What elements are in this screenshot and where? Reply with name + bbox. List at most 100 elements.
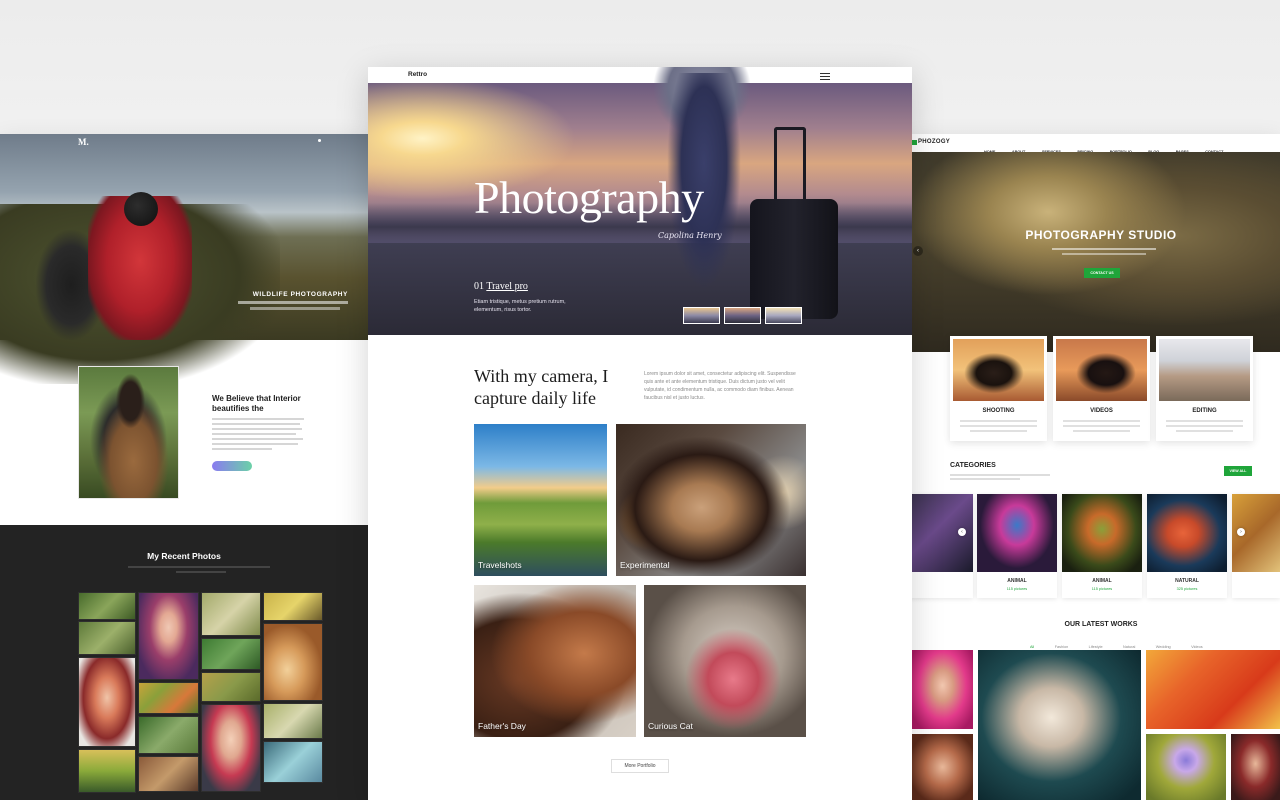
recent-photos-subtitle-line: [176, 571, 226, 573]
work-photo[interactable]: [1231, 734, 1280, 800]
service-text-line: [1176, 430, 1233, 432]
phozogy-hero: [912, 152, 1280, 352]
phozogy-navbar: PHOZOGY HOME ABOUT SERVICES PRICING PORT…: [912, 134, 1280, 157]
filter-all[interactable]: All: [1030, 645, 1034, 649]
carousel-next-icon[interactable]: ›: [1237, 528, 1245, 536]
category-count: 325 pictures: [1176, 587, 1198, 591]
gallery-photo[interactable]: [201, 672, 261, 702]
portfolio-tile-fathers-day[interactable]: Father's Day: [474, 585, 636, 737]
more-portfolio-button[interactable]: More Portfolio: [611, 759, 669, 773]
contact-us-button[interactable]: CONTACT US: [1084, 268, 1120, 278]
latest-works-heading: OUR LATEST WORKS: [1064, 621, 1138, 628]
gallery-photo[interactable]: [263, 623, 323, 701]
categories-heading: CATEGORIES: [950, 462, 996, 469]
rettro-navbar: Rettro: [368, 67, 912, 83]
service-card-shooting[interactable]: SHOOTING: [950, 336, 1047, 441]
category-card-animal[interactable]: ANIMAL 115 pictures: [1062, 494, 1142, 598]
gallery-photo[interactable]: [201, 592, 261, 636]
slide-thumbnail[interactable]: [724, 307, 761, 324]
filter-lifestyle[interactable]: Lifestyle: [1089, 645, 1103, 649]
category-count: 115 pictures: [1091, 587, 1113, 591]
filter-natural[interactable]: Natural: [1123, 645, 1135, 649]
gallery-photo[interactable]: [263, 592, 323, 621]
suitcase-handle: [774, 127, 806, 201]
work-photo[interactable]: [978, 650, 1141, 800]
rettro-hero-title: Photography: [474, 172, 704, 223]
gallery-photo[interactable]: [263, 703, 323, 739]
service-text-line: [960, 425, 1037, 427]
wildlife-template-preview[interactable]: M. WILDLIFE PHOTOGRAPHY We Believe that …: [0, 134, 368, 800]
slide-thumbnail[interactable]: [765, 307, 802, 324]
intro-text: Lorem ipsum dolor sit amet, consectetur …: [644, 371, 796, 401]
gallery-photo[interactable]: [138, 756, 199, 792]
category-card-animal[interactable]: ANIMAL 115 pictures: [977, 494, 1057, 598]
left-hero-title: WILDLIFE PHOTOGRAPHY: [252, 291, 348, 298]
category-card-partial[interactable]: [1232, 494, 1280, 598]
slide-title-link[interactable]: Travel pro: [486, 281, 528, 292]
categories-subtitle-line: [950, 474, 1050, 476]
portfolio-tile-experimental[interactable]: Experimental: [616, 424, 806, 576]
left-hero-subtitle-line: [238, 301, 348, 304]
slide-thumbnail[interactable]: [683, 307, 720, 324]
service-card-videos[interactable]: VIDEOS: [1053, 336, 1150, 441]
work-photo[interactable]: [912, 734, 973, 800]
service-text-line: [1063, 425, 1140, 427]
gallery-photo[interactable]: [138, 716, 199, 754]
service-image: [1056, 339, 1147, 401]
service-text-line: [970, 430, 1027, 432]
portfolio-tile-travelshots[interactable]: Travelshots: [474, 424, 607, 576]
work-photo[interactable]: [912, 650, 973, 729]
rettro-template-preview[interactable]: Rettro Photography Capolina Henry 01 Tra…: [368, 67, 912, 800]
portfolio-label: Father's Day: [478, 721, 526, 731]
gallery-photo[interactable]: [138, 592, 199, 680]
slide-number: 01: [474, 281, 484, 292]
gallery-photo[interactable]: [138, 682, 199, 714]
gallery-photo[interactable]: [201, 704, 261, 792]
portfolio-tile-curious-cat[interactable]: Curious Cat: [644, 585, 806, 737]
service-card-editing[interactable]: EDITING: [1156, 336, 1253, 441]
left-logo[interactable]: M.: [78, 137, 89, 147]
category-title: ANIMAL: [1007, 578, 1027, 584]
filter-fashion[interactable]: Fashion: [1055, 645, 1069, 649]
work-photo[interactable]: [1146, 650, 1280, 729]
categories-subtitle-line: [950, 478, 1020, 480]
recent-photos-section: My Recent Photos: [0, 525, 368, 800]
filter-wedding[interactable]: Wedding: [1156, 645, 1171, 649]
gallery-photo[interactable]: [78, 621, 136, 655]
hamburger-menu-icon[interactable]: [820, 73, 830, 82]
portfolio-label: Travelshots: [478, 560, 522, 570]
phozogy-logo[interactable]: PHOZOGY: [918, 139, 950, 145]
service-text-line: [1166, 420, 1243, 422]
recent-photos-title: My Recent Photos: [147, 551, 221, 561]
service-text-line: [960, 420, 1037, 422]
slide-description: Etiam tristique, metus pretium rutrum, e…: [474, 299, 566, 313]
gallery-photo[interactable]: [263, 741, 323, 783]
phozogy-template-preview[interactable]: PHOZOGY HOME ABOUT SERVICES PRICING PORT…: [912, 134, 1280, 800]
phozogy-hero-title: PHOTOGRAPHY STUDIO: [1025, 228, 1177, 242]
filter-videos[interactable]: Videos: [1191, 645, 1203, 649]
rettro-brand[interactable]: Rettro: [408, 71, 427, 78]
intro-heading: With my camera, I capture daily life: [474, 366, 609, 408]
rettro-hero-signature: Capolina Henry: [658, 231, 722, 240]
about-photo: [78, 366, 179, 499]
category-card-natural[interactable]: NATURAL 325 pictures: [1147, 494, 1227, 598]
recent-photos-subtitle-line: [128, 566, 270, 568]
about-read-more-button[interactable]: [212, 461, 252, 471]
about-heading: We Believe that Interior beautifies the: [212, 394, 301, 413]
gallery-photo[interactable]: [78, 749, 136, 793]
about-text-lines: [212, 418, 304, 453]
view-all-button[interactable]: VIEW ALL: [1224, 466, 1252, 476]
carousel-prev-icon[interactable]: ‹: [958, 528, 966, 536]
gallery-photo[interactable]: [78, 592, 136, 620]
menu-dot-icon[interactable]: [318, 139, 321, 142]
service-image: [953, 339, 1044, 401]
work-photo[interactable]: [1146, 734, 1226, 800]
wildlife-hero: M. WILDLIFE PHOTOGRAPHY: [0, 134, 368, 384]
hero-prev-arrow-icon[interactable]: ‹: [913, 246, 923, 256]
gallery-photo[interactable]: [201, 638, 261, 670]
category-card-partial[interactable]: [912, 494, 973, 598]
gallery-photo[interactable]: [78, 657, 136, 747]
category-image: [1062, 494, 1142, 572]
hero-subtitle-line: [1052, 248, 1156, 250]
slide-caption: 01 Travel pro: [474, 281, 528, 292]
